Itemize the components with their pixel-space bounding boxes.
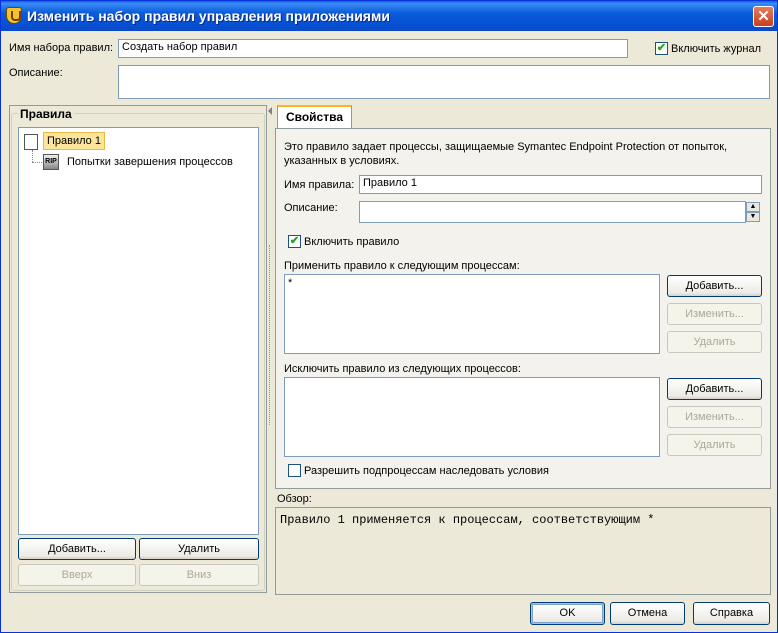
rule-name-input[interactable]: Правило 1 [359,175,762,194]
help-button[interactable]: Справка [693,602,770,625]
tree-line [32,150,33,162]
apply-processes-label: Применить правило к следующим процессам: [284,260,520,272]
enable-rule-checkbox[interactable]: ✔ [288,235,301,248]
ruleset-name-label: Имя набора правил: [9,42,114,54]
rule-description-label: Описание: [284,202,338,214]
list-item[interactable]: * [288,277,656,289]
exclude-processes-label: Исключить правило из следующих процессов… [284,363,521,375]
enable-log-checkbox[interactable]: ✔ [655,42,668,55]
delete-rule-button[interactable]: Удалить [139,538,259,560]
exclude-processes-list[interactable] [284,377,660,457]
apply-processes-list[interactable]: * [284,274,660,354]
spin-down-icon[interactable]: ▼ [746,212,760,222]
rule-info-line-1: Это правило задает процессы, защищаемые … [284,141,728,153]
description-label: Описание: [9,67,63,79]
exclude-delete-button[interactable]: Удалить [667,434,762,456]
summary-text: Правило 1 применяется к процессам, соотв… [280,513,655,527]
exclude-add-button[interactable]: Добавить... [667,378,762,400]
move-down-button[interactable]: Вниз [139,564,259,586]
tree-item-termination-attempts[interactable]: Попытки завершения процессов [67,156,233,168]
close-button[interactable]: ✕ [753,6,774,27]
rule-icon [24,134,38,150]
description-input[interactable] [118,65,770,99]
shield-icon [6,7,22,24]
description-spinner[interactable]: ▲ ▼ [746,202,760,222]
enable-rule-label: Включить правило [304,236,400,248]
ruleset-name-input[interactable]: Создать набор правил [118,39,628,58]
rule-info-line-2: указанных в условиях. [284,155,400,167]
enable-log-label: Включить журнал [671,43,761,55]
move-up-button[interactable]: Вверх [18,564,136,586]
tab-properties[interactable]: Свойства [277,105,352,129]
ok-button[interactable]: OK [530,602,605,625]
rules-tree[interactable]: Правило 1 RIP Попытки завершения процесс… [18,127,259,535]
inherit-conditions-checkbox[interactable] [288,464,301,477]
window-title: Изменить набор правил управления приложе… [27,8,390,24]
rules-title: Правила [18,107,74,121]
inherit-conditions-label: Разрешить подпроцессам наследовать услов… [304,465,549,477]
panel-splitter[interactable] [267,105,273,591]
rule-name-label: Имя правила: [284,179,355,191]
apply-delete-button[interactable]: Удалить [667,331,762,353]
apply-edit-button[interactable]: Изменить... [667,303,762,325]
title-bar[interactable]: Изменить набор правил управления приложе… [1,1,777,31]
collapse-left-icon[interactable] [268,107,272,115]
add-rule-button[interactable]: Добавить... [18,538,136,560]
rule-description-input[interactable] [359,201,746,223]
spin-up-icon[interactable]: ▲ [746,202,760,212]
dialog-window: Изменить набор правил управления приложе… [0,0,778,633]
summary-box: Правило 1 применяется к процессам, соотв… [275,507,771,595]
cancel-button[interactable]: Отмена [610,602,685,625]
splitter-grip [269,245,270,425]
rip-icon: RIP [43,154,59,170]
apply-add-button[interactable]: Добавить... [667,275,762,297]
summary-label: Обзор: [277,493,312,505]
exclude-edit-button[interactable]: Изменить... [667,406,762,428]
tree-item-rule-1[interactable]: Правило 1 [43,132,105,150]
